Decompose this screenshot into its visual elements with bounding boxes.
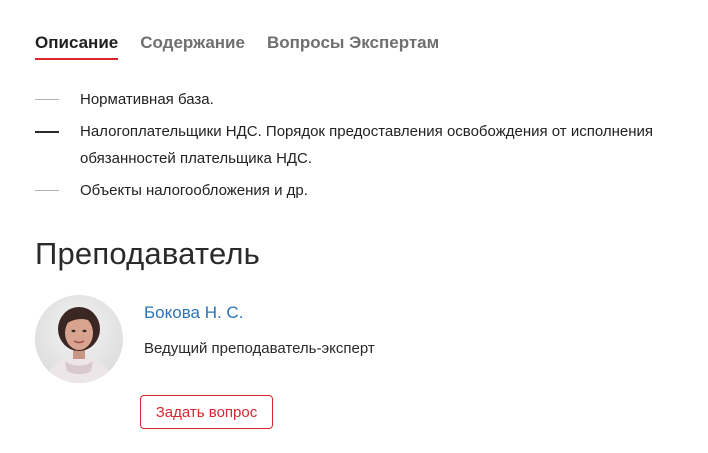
dash-icon (35, 99, 59, 100)
teacher-role: Ведущий преподаватель-эксперт (144, 340, 375, 357)
tab-description[interactable]: Описание (35, 33, 119, 60)
description-list: Нормативная база. Налогоплательщики НДС.… (35, 86, 695, 209)
teacher-photo-icon (35, 295, 123, 383)
list-item: Объекты налогообложения и др. (35, 177, 695, 204)
dash-icon (35, 131, 59, 133)
tab-bar: Описание Содержание Вопросы Экспертам (35, 33, 439, 60)
list-item-text: Нормативная база. (80, 91, 214, 108)
list-item: Налогоплательщики НДС. Порядок предостав… (35, 118, 695, 172)
ask-question-button[interactable]: Задать вопрос (140, 395, 273, 429)
list-item-text: Объекты налогообложения и др. (80, 182, 308, 199)
teacher-avatar (35, 295, 123, 383)
list-item-text: Налогоплательщики НДС. Порядок предостав… (80, 123, 654, 167)
dash-icon (35, 190, 59, 191)
section-title: Преподаватель (35, 236, 261, 271)
tab-contents[interactable]: Содержание (140, 33, 245, 60)
list-item: Нормативная база. (35, 86, 695, 113)
teacher-name-link[interactable]: Бокова Н. С. (144, 303, 243, 323)
tab-expert-questions[interactable]: Вопросы Экспертам (267, 33, 439, 60)
